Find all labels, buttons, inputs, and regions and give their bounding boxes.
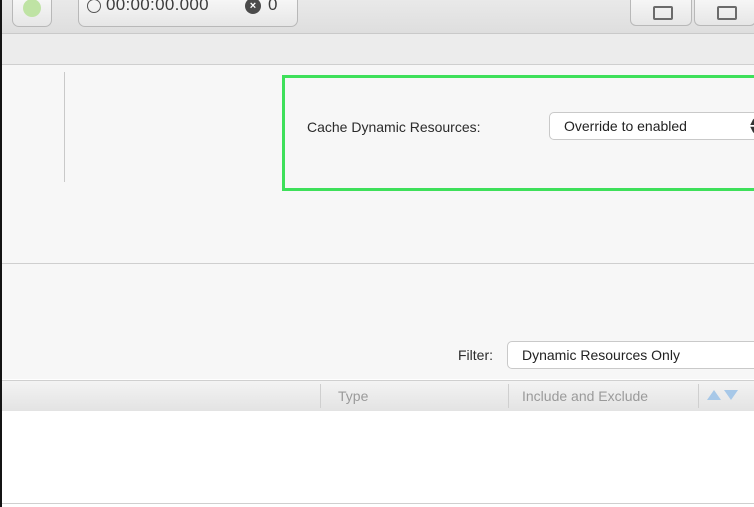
record-button[interactable] xyxy=(12,0,52,27)
column-separator[interactable] xyxy=(698,384,699,408)
record-icon xyxy=(23,0,41,17)
column-separator[interactable] xyxy=(508,384,509,408)
updown-chevron-icon: ▲▼ xyxy=(748,116,754,136)
window-button[interactable] xyxy=(630,0,692,26)
monitor-icon xyxy=(717,6,737,20)
window-icon xyxy=(653,6,673,20)
filter-select[interactable]: Dynamic Resources Only ▲▼ xyxy=(507,341,754,369)
column-header-include-exclude[interactable]: Include and Exclude xyxy=(522,388,648,404)
secondary-toolbar xyxy=(2,34,754,65)
filter-area: Filter: Dynamic Resources Only ▲▼ xyxy=(2,264,754,379)
toolbar: 00:00:00.000 × 0 xyxy=(2,0,754,34)
clock-icon xyxy=(87,0,101,13)
cache-dynamic-resources-select[interactable]: Override to enabled ▲ ▼ xyxy=(549,112,754,140)
error-count: 0 xyxy=(268,0,278,14)
column-separator[interactable] xyxy=(320,384,321,408)
filter-select-value: Dynamic Resources Only xyxy=(522,347,680,363)
timer-display: 00:00:00.000 × 0 xyxy=(78,0,298,27)
cache-select-value: Override to enabled xyxy=(564,118,687,134)
vertical-divider xyxy=(64,72,65,182)
table-bottom-border xyxy=(2,503,754,504)
cache-dynamic-resources-label: Cache Dynamic Resources: xyxy=(307,119,481,135)
table-header: Type Include and Exclude xyxy=(2,380,754,412)
move-down-icon[interactable] xyxy=(724,390,738,400)
column-header-type[interactable]: Type xyxy=(338,388,368,404)
timer-value: 00:00:00.000 xyxy=(106,0,209,14)
filter-label: Filter: xyxy=(458,347,493,363)
move-up-icon[interactable] xyxy=(707,390,721,400)
close-circle-icon[interactable]: × xyxy=(245,0,261,14)
settings-panel: Cache Dynamic Resources: Override to ena… xyxy=(2,65,754,263)
monitor-button[interactable] xyxy=(694,0,754,26)
table-body xyxy=(2,411,754,503)
